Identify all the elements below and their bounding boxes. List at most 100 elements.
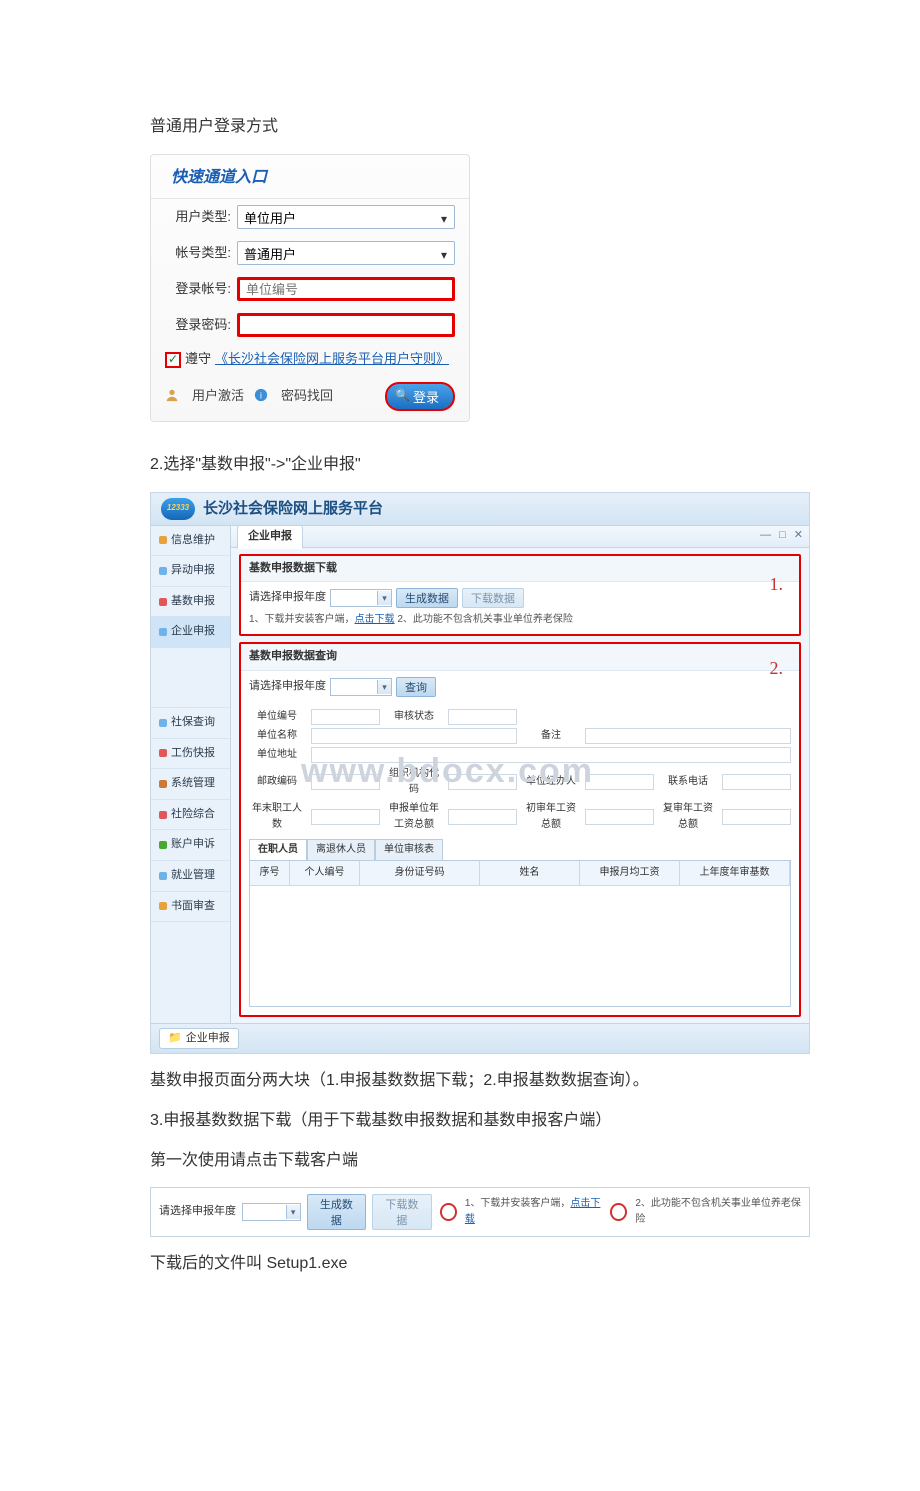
select-user-type[interactable]: [237, 205, 455, 229]
select-acct-type[interactable]: [237, 241, 455, 265]
input-login-pwd[interactable]: [237, 313, 455, 337]
combo-year-2[interactable]: ▾: [330, 678, 392, 696]
dot-icon: [159, 749, 167, 757]
user-icon: [165, 386, 182, 407]
sidebar-item-injury[interactable]: 工伤快报: [151, 739, 230, 770]
hint-prefix: 1、下载并安装客户端，: [249, 614, 355, 625]
dot-icon: [159, 628, 167, 636]
sidebar-item-base[interactable]: 基数申报: [151, 587, 230, 618]
lab-audit: 审核状态: [386, 709, 442, 725]
sidebar-item-label: 书面审查: [171, 898, 215, 916]
btn-gen-data-2[interactable]: 生成数据: [307, 1194, 367, 1230]
label-login-acct: 登录帐号:: [165, 279, 231, 300]
dot-icon: [159, 780, 167, 788]
sidebar-item-sszh[interactable]: 社险综合: [151, 800, 230, 831]
doc-para-note: 基数申报页面分两大块（1.申报基数数据下载；2.申报基数数据查询）。: [150, 1068, 770, 1094]
hint-suffix: 2、此功能不包含机关事业单位养老保险: [395, 614, 573, 625]
subtab-retired[interactable]: 离退休人员: [307, 839, 375, 860]
section-query-title: 基数申报数据查询: [241, 644, 799, 671]
grid-body-empty: [250, 886, 790, 1006]
lab-agent: 单位经办人: [523, 774, 579, 790]
hint-suffix-2: 2、此功能不包含机关事业单位养老保险: [635, 1196, 801, 1228]
lab-yearend: 年末职工人数: [249, 801, 305, 833]
lab-unitaddr: 单位地址: [249, 747, 305, 763]
subtab-active[interactable]: 在职人员: [249, 839, 307, 860]
section-query: 基数申报数据查询 请选择申报年度 ▾ 查询 2. www.bdocx.com 单…: [239, 642, 801, 1017]
fld-yearend[interactable]: [311, 809, 380, 825]
chevron-down-icon: ▾: [286, 1205, 300, 1219]
col-seq: 序号: [250, 861, 290, 885]
label-select-year-3: 请选择申报年度: [159, 1203, 236, 1221]
fld-agent[interactable]: [585, 774, 654, 790]
combo-year-1[interactable]: ▾: [330, 589, 392, 607]
dot-icon: [159, 811, 167, 819]
login-button[interactable]: 🔍 登录: [385, 382, 455, 411]
login-title: 快速通道入口: [151, 155, 469, 200]
combo-year-3[interactable]: ▾: [242, 1203, 301, 1221]
lab-inittotal: 初审年工资总额: [523, 801, 579, 833]
sidebar-item-jobmgmt[interactable]: 就业管理: [151, 861, 230, 892]
download-bar: 请选择申报年度 ▾ 生成数据 下载数据 1、下载并安装客户端，点击下载 2、此功…: [150, 1187, 810, 1237]
app-screenshot: 12333 长沙社会保险网上服务平台 信息维护 异动申报 基数申报 企业申报 社…: [150, 492, 810, 1055]
sidebar-item-label: 就业管理: [171, 867, 215, 885]
fld-reaudit[interactable]: [722, 809, 791, 825]
lab-rpttotal: 申报单位年工资总额: [386, 801, 442, 833]
section-download: 基数申报数据下载 请选择申报年度 ▾ 生成数据 下载数据 1、下载并安装客户端，…: [239, 554, 801, 637]
sidebar-item-label: 企业申报: [171, 623, 215, 641]
label-login-pwd: 登录密码:: [165, 315, 231, 336]
lab-unitname: 单位名称: [249, 728, 305, 744]
maximize-icon[interactable]: □: [779, 527, 786, 545]
dot-icon: [159, 536, 167, 544]
search-icon: 🔍: [395, 388, 410, 402]
btn-download-data[interactable]: 下载数据: [462, 588, 524, 608]
dot-icon: [159, 719, 167, 727]
fld-audit[interactable]: [448, 709, 517, 725]
lab-unitno: 单位编号: [249, 709, 305, 725]
label-user-type: 用户类型:: [165, 207, 231, 228]
doc-para-step3a: 3.申报基数数据下载（用于下载基数申报数据和基数申报客户端）: [150, 1108, 770, 1134]
input-login-acct[interactable]: [237, 277, 455, 301]
btn-gen-data[interactable]: 生成数据: [396, 588, 458, 608]
doc-para-step2: 2.选择"基数申报"->"企业申报": [150, 452, 770, 478]
btn-query[interactable]: 查询: [396, 677, 436, 697]
sidebar-item-sysmgmt[interactable]: 系统管理: [151, 769, 230, 800]
fld-unitno[interactable]: [311, 709, 380, 725]
minimize-icon[interactable]: —: [760, 527, 771, 545]
label-select-year-2: 请选择申报年度: [249, 678, 326, 696]
fld-unitname[interactable]: [311, 728, 517, 744]
agree-link[interactable]: 《长沙社会保险网上服务平台用户守则》: [215, 349, 449, 370]
sidebar-item-infomaint[interactable]: 信息维护: [151, 526, 230, 557]
sidebar-item-writtenaudit[interactable]: 书面审查: [151, 892, 230, 923]
col-monwage: 申报月均工资: [580, 861, 680, 885]
sidebar-item-label: 基数申报: [171, 593, 215, 611]
sidebar-item-appeal[interactable]: 账户申诉: [151, 830, 230, 861]
dot-icon: [159, 598, 167, 606]
btn-download-data-2[interactable]: 下载数据: [372, 1194, 432, 1230]
fld-unitaddr[interactable]: [311, 747, 791, 763]
sidebar-item-label: 社险综合: [171, 806, 215, 824]
tab-enterprise[interactable]: 企业申报: [237, 525, 303, 549]
hint-prefix: 1、下载并安装客户端，: [465, 1198, 571, 1209]
activate-link[interactable]: 用户激活: [192, 386, 244, 407]
forgot-link[interactable]: 密码找回: [281, 386, 333, 407]
fld-post[interactable]: [311, 774, 380, 790]
fld-inittotal[interactable]: [585, 809, 654, 825]
sidebar-item-label: 系统管理: [171, 775, 215, 793]
hint-text: 1、下载并安装客户端，点击下载 2、此功能不包含机关事业单位养老保险: [249, 612, 573, 628]
sidebar-item-change[interactable]: 异动申报: [151, 556, 230, 587]
fld-rpttotal[interactable]: [448, 809, 517, 825]
app-title: 长沙社会保险网上服务平台: [203, 497, 383, 521]
fld-phone[interactable]: [722, 774, 791, 790]
circle-icon: [610, 1203, 627, 1221]
footer-tab-enterprise[interactable]: 📁 企业申报: [159, 1028, 239, 1050]
subtab-unitaudit[interactable]: 单位审核表: [375, 839, 443, 860]
close-icon[interactable]: ✕: [794, 527, 803, 545]
sidebar-item-ssquery[interactable]: 社保查询: [151, 708, 230, 739]
download-client-link[interactable]: 点击下载: [355, 614, 395, 625]
sidebar-item-enterprise[interactable]: 企业申报: [151, 617, 230, 648]
fld-orgcode[interactable]: [448, 774, 517, 790]
agree-checkbox[interactable]: ✓: [165, 352, 181, 368]
agree-prefix: 遵守: [185, 349, 211, 370]
lab-reaudit: 复审年工资总额: [660, 801, 716, 833]
fld-remark[interactable]: [585, 728, 791, 744]
